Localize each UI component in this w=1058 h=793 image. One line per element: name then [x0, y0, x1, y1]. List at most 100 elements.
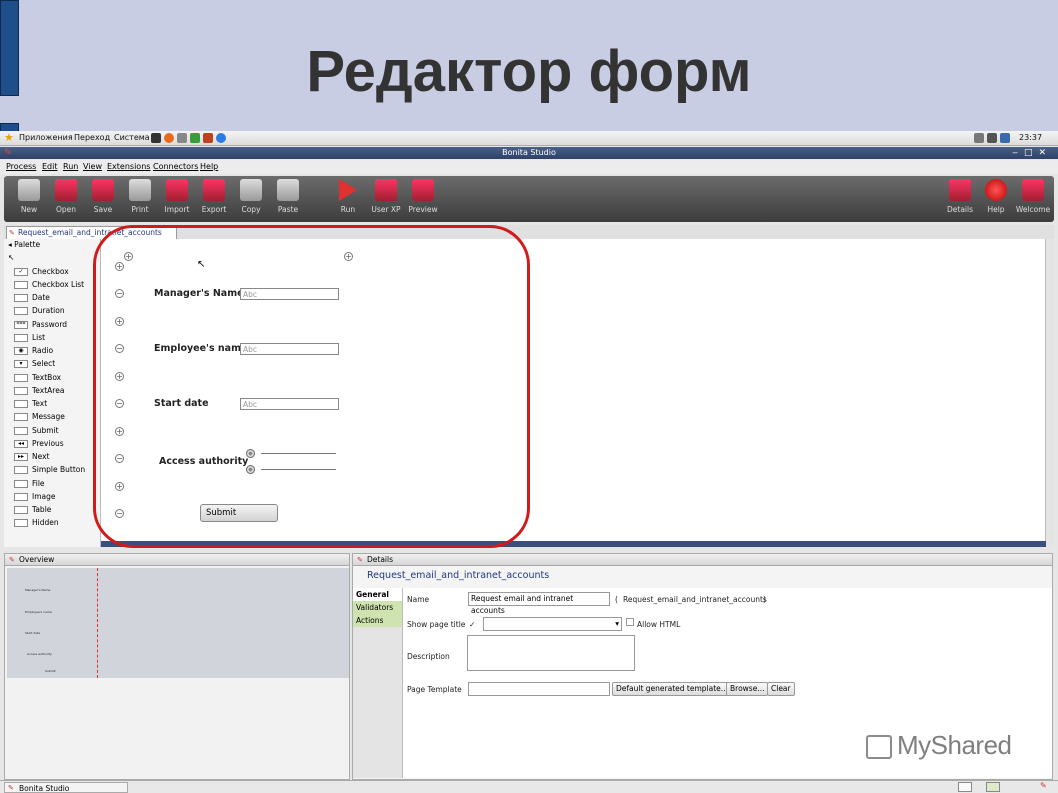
- palette-item-duration[interactable]: Duration: [14, 305, 65, 316]
- browser-icon[interactable]: [216, 133, 226, 143]
- add-row-icon[interactable]: +: [115, 427, 124, 436]
- import-button[interactable]: Import: [159, 179, 195, 214]
- canvas-horizontal-scrollbar[interactable]: [101, 541, 1046, 547]
- editor-tab[interactable]: Request_email_and_intranet_accounts: [6, 226, 177, 239]
- help-icon: [985, 179, 1007, 201]
- show-title-checkbox[interactable]: ✓: [469, 620, 475, 629]
- user-icon: [375, 179, 397, 201]
- add-row-icon[interactable]: +: [115, 372, 124, 381]
- clear-button[interactable]: Clear: [767, 682, 795, 696]
- print-button[interactable]: Print: [122, 179, 158, 214]
- paste-button[interactable]: Paste: [270, 179, 306, 214]
- terminal-icon[interactable]: [151, 133, 161, 143]
- save-button[interactable]: Save: [85, 179, 121, 214]
- volume-icon[interactable]: [987, 133, 997, 143]
- workspace-switcher-icon[interactable]: [986, 782, 1000, 792]
- palette-item-text[interactable]: Text: [14, 398, 47, 409]
- add-column-icon[interactable]: +: [124, 252, 133, 261]
- start-date-input[interactable]: Abc: [240, 398, 339, 410]
- manager-name-input[interactable]: Abc: [240, 288, 339, 300]
- play-icon: [339, 179, 357, 201]
- palette-item-table[interactable]: Table: [14, 504, 51, 515]
- monitor-icon[interactable]: [1000, 133, 1010, 143]
- browse-button[interactable]: Browse...: [726, 682, 769, 696]
- remove-row-icon[interactable]: −: [115, 399, 124, 408]
- allow-html-checkbox[interactable]: [626, 618, 634, 626]
- clock[interactable]: 23:37: [1019, 133, 1042, 142]
- tab-validators[interactable]: Validators: [353, 601, 402, 614]
- palette-item-password[interactable]: *** Password: [14, 319, 67, 330]
- palette-item-list[interactable]: List: [14, 332, 45, 343]
- remove-row-icon[interactable]: −: [115, 289, 124, 298]
- new-button[interactable]: New: [11, 179, 47, 214]
- taskbar-item-bonita[interactable]: Bonita Studio: [4, 782, 128, 793]
- palette-item-select[interactable]: ▾ Select: [14, 358, 55, 369]
- help-button[interactable]: Help: [978, 179, 1014, 214]
- palette-item-checkbox[interactable]: ✓ Checkbox: [14, 266, 69, 277]
- remove-row-icon[interactable]: −: [115, 344, 124, 353]
- menu-places[interactable]: Переход: [74, 133, 110, 142]
- window-controls[interactable]: ‒□✕: [1012, 147, 1052, 159]
- form-canvas[interactable]: + + + − Manager's Name Abc + − Employee'…: [100, 239, 1053, 547]
- presentation-icon[interactable]: [203, 133, 213, 143]
- palette-item-image[interactable]: Image: [14, 491, 56, 502]
- open-button[interactable]: Open: [48, 179, 84, 214]
- menu-system[interactable]: Система: [114, 133, 150, 142]
- add-row-icon[interactable]: +: [115, 317, 124, 326]
- menu-connectors[interactable]: Connectors: [153, 162, 198, 171]
- name-input[interactable]: Request email and intranet accounts: [468, 592, 610, 615]
- copy-button[interactable]: Copy: [233, 179, 269, 214]
- palette-item-date[interactable]: Date: [14, 292, 50, 303]
- palette-item-previous[interactable]: ◂◂ Previous: [14, 438, 64, 449]
- spreadsheet-icon[interactable]: [190, 133, 200, 143]
- page-template-input[interactable]: [468, 682, 610, 696]
- palette-item-textbox[interactable]: TextBox: [14, 372, 61, 383]
- title-select[interactable]: ▾: [483, 617, 622, 631]
- remove-row-icon[interactable]: −: [115, 509, 124, 518]
- run-button[interactable]: Run: [330, 179, 366, 214]
- description-textarea[interactable]: [467, 635, 635, 671]
- default-template-button[interactable]: Default generated template...: [612, 682, 732, 696]
- email-icon[interactable]: [177, 133, 187, 143]
- palette-item-submit[interactable]: Submit: [14, 425, 59, 436]
- details-button[interactable]: Details: [942, 179, 978, 214]
- employee-name-input[interactable]: Abc: [240, 343, 339, 355]
- import-icon: [166, 179, 188, 201]
- network-icon[interactable]: [974, 133, 984, 143]
- menu-edit[interactable]: Edit: [42, 162, 58, 171]
- palette-item-next[interactable]: ▸▸ Next: [14, 451, 49, 462]
- palette-item-simple-button[interactable]: Simple Button: [14, 464, 85, 475]
- palette-item-checkbox-list[interactable]: Checkbox List: [14, 279, 84, 290]
- welcome-button[interactable]: Welcome: [1015, 179, 1051, 214]
- export-button[interactable]: Export: [196, 179, 232, 214]
- overview-label: Start date: [25, 631, 41, 635]
- form-submit-button[interactable]: Submit: [200, 504, 278, 522]
- workspace-switcher-icon[interactable]: [958, 782, 972, 792]
- preview-button[interactable]: Preview: [405, 179, 441, 214]
- menu-view[interactable]: View: [83, 162, 102, 171]
- canvas-vertical-scrollbar[interactable]: [1045, 239, 1053, 547]
- firefox-icon[interactable]: [164, 133, 174, 143]
- menu-applications[interactable]: Приложения: [19, 133, 73, 142]
- user-xp-button[interactable]: User XP: [368, 179, 404, 214]
- palette-item-radio[interactable]: ◉ Radio: [14, 345, 53, 356]
- bonita-tray-icon[interactable]: ✎: [1040, 781, 1047, 790]
- add-row-icon[interactable]: +: [115, 482, 124, 491]
- add-column-icon[interactable]: +: [344, 252, 353, 261]
- menu-help[interactable]: Help: [200, 162, 218, 171]
- menu-extensions[interactable]: Extensions: [107, 162, 150, 171]
- overview-thumbnail[interactable]: Manager's Name Employee's name Start dat…: [7, 568, 349, 678]
- palette-item-textarea[interactable]: TextArea: [14, 385, 64, 396]
- access-radio-2[interactable]: [246, 465, 255, 474]
- access-radio-1[interactable]: [246, 449, 255, 458]
- palette-item-message[interactable]: Message: [14, 411, 65, 422]
- select-tool[interactable]: ↖: [8, 252, 14, 263]
- menu-process[interactable]: Process: [6, 162, 36, 171]
- tab-general[interactable]: General: [353, 588, 402, 601]
- menu-run[interactable]: Run: [63, 162, 78, 171]
- add-row-icon[interactable]: +: [115, 262, 124, 271]
- palette-item-hidden[interactable]: Hidden: [14, 517, 59, 528]
- palette-item-file[interactable]: File: [14, 478, 45, 489]
- remove-row-icon[interactable]: −: [115, 454, 124, 463]
- tab-actions[interactable]: Actions: [353, 614, 402, 627]
